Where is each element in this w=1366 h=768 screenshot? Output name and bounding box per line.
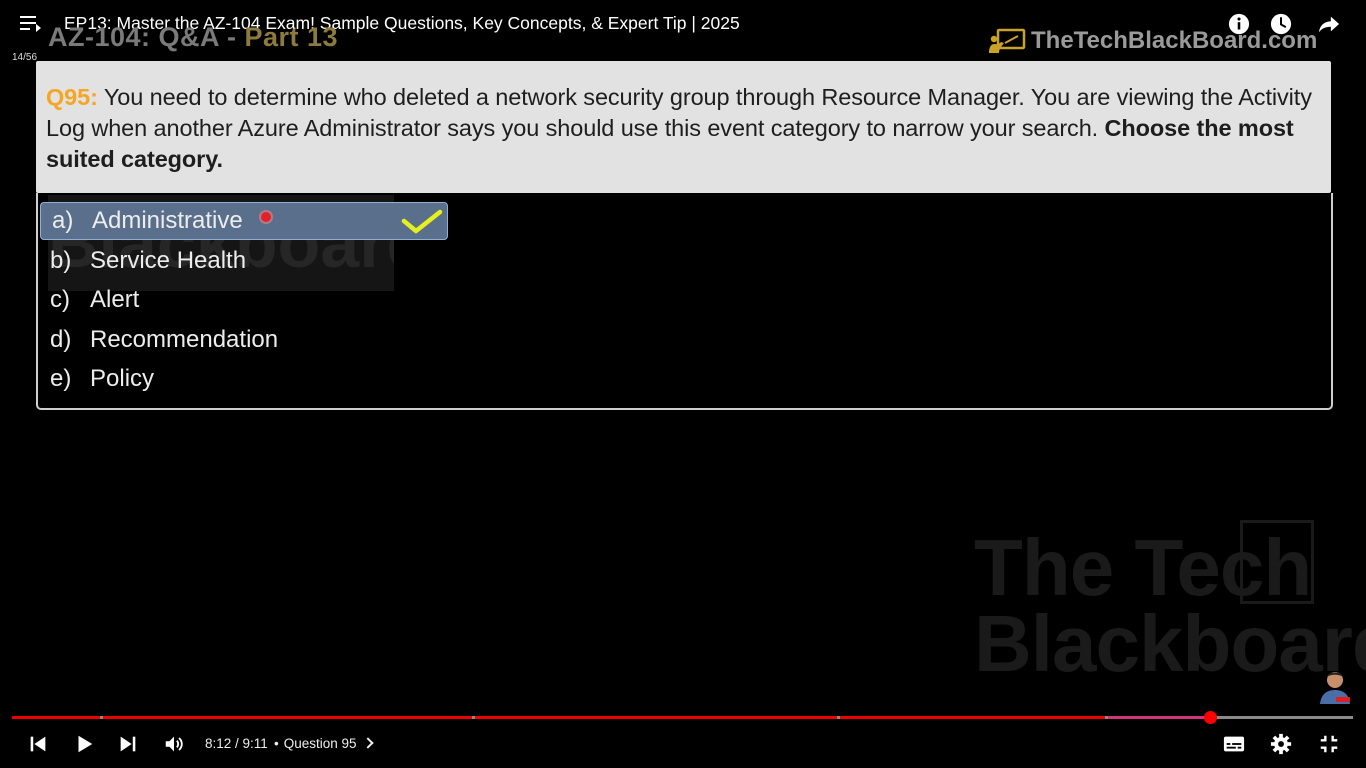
option-letter: b) [50, 247, 72, 274]
option-a[interactable]: a) Administrative [40, 202, 448, 240]
option-d[interactable]: d) Recommendation [48, 321, 448, 359]
answer-options: a) Administrative b) Service Health c) A… [36, 193, 1333, 410]
question-box: Q95: You need to determine who deleted a… [36, 61, 1331, 193]
chevron-right-icon [362, 737, 374, 749]
option-letter: a) [52, 207, 74, 234]
chapter-title: Question 95 [283, 736, 357, 751]
watermark-line-2: Blackboard [974, 599, 1366, 688]
volume-icon[interactable] [163, 733, 185, 755]
slide-header-title: AZ-104: Q&A - [48, 22, 245, 52]
gear-icon[interactable] [1270, 733, 1292, 755]
option-label: Administrative [92, 207, 243, 234]
option-e[interactable]: e) Policy [48, 360, 448, 398]
skip-previous-icon[interactable] [27, 733, 49, 755]
option-c[interactable]: c) Alert [48, 281, 448, 319]
progress-played-segment [475, 716, 837, 719]
option-label: Service Health [90, 247, 247, 274]
watermark-large: The Tech Blackboard [974, 523, 1366, 688]
option-b[interactable]: b) Service Health [48, 242, 448, 280]
chalkboard-logo-icon [989, 28, 1026, 53]
play-icon[interactable] [73, 733, 95, 755]
option-letter: e) [50, 365, 72, 392]
subtitles-icon[interactable] [1223, 733, 1245, 755]
option-letter: c) [50, 286, 70, 313]
brand-name: TheTechBlackBoard.com [1031, 27, 1318, 54]
slide-header: AZ-104: Q&A - Part 13 [48, 22, 338, 53]
exit-fullscreen-icon[interactable] [1318, 733, 1340, 755]
playlist-menu-icon[interactable] [20, 14, 42, 34]
share-icon[interactable] [1318, 13, 1340, 35]
option-label: Policy [90, 365, 155, 392]
progress-played-segment [103, 716, 472, 719]
progress-played-segment [840, 716, 1105, 719]
progress-scrubber[interactable] [1204, 711, 1217, 724]
option-label: Alert [90, 286, 140, 313]
playlist-position: 14/56 [12, 52, 38, 63]
progress-played-segment [12, 716, 100, 719]
watermark-line-1: The Tech [974, 523, 1312, 612]
option-letter: d) [50, 326, 72, 353]
cursor-highlight [261, 212, 271, 222]
chapter-link[interactable]: • Question 95 [274, 736, 374, 751]
progress-played-segment [1108, 716, 1210, 719]
checkmark-icon [401, 209, 443, 234]
time-display: 8:12 / 9:11 [205, 736, 268, 751]
question-text: Q95: You need to determine who deleted a… [46, 82, 1321, 175]
option-label: Recommendation [90, 326, 279, 353]
slide-header-part: Part 13 [244, 22, 339, 52]
skip-next-icon[interactable] [117, 733, 139, 755]
question-number: Q95: [46, 84, 98, 110]
presenter-avatar [1320, 672, 1350, 704]
